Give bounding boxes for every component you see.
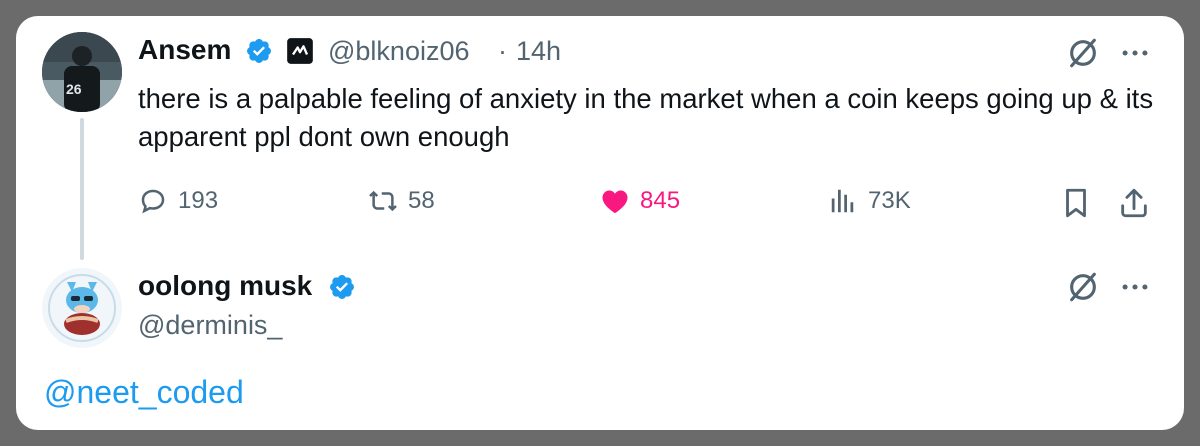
reply-button[interactable]: 193 [138,186,218,216]
reply-author-name[interactable]: oolong musk [138,270,312,302]
reply-count: 193 [178,187,219,214]
reply-author-avatar[interactable] [42,268,122,348]
author-handle[interactable]: @blknoiz06 [328,36,470,67]
reply-mention-link[interactable]: @neet_coded [44,374,244,411]
more-icon[interactable] [1118,36,1152,70]
handle-separator: · [498,36,507,66]
grok-icon[interactable] [1066,36,1100,70]
verified-badge-icon [330,275,354,299]
tweet-card: 26 Ansem @blknoiz06 · 14h there is a pal… [16,16,1184,430]
share-icon[interactable] [1117,186,1151,220]
thread-connector [80,118,84,260]
views-button[interactable]: 73K [828,186,911,216]
post-time[interactable]: 14h [516,36,561,67]
author-name[interactable]: Ansem [138,34,231,66]
reply-author-handle[interactable]: @derminis_ [138,310,282,341]
post-text: there is a palpable feeling of anxiety i… [138,83,1154,152]
author-avatar[interactable]: 26 [42,32,122,112]
repost-count: 58 [408,187,435,214]
jersey-number: 26 [66,81,82,97]
like-icon [602,190,628,213]
like-button[interactable]: 845 [600,186,680,216]
repost-button[interactable]: 58 [368,186,435,216]
like-count: 845 [640,187,681,214]
views-icon [831,189,854,213]
reply-icon [141,189,165,214]
bookmark-icon[interactable] [1059,186,1093,220]
grok-icon[interactable] [1066,270,1100,304]
verified-badge-icon [247,39,271,63]
more-icon[interactable] [1118,270,1152,304]
views-count: 73K [868,187,911,214]
repost-icon [369,190,397,212]
affiliate-badge-icon[interactable] [286,37,314,65]
